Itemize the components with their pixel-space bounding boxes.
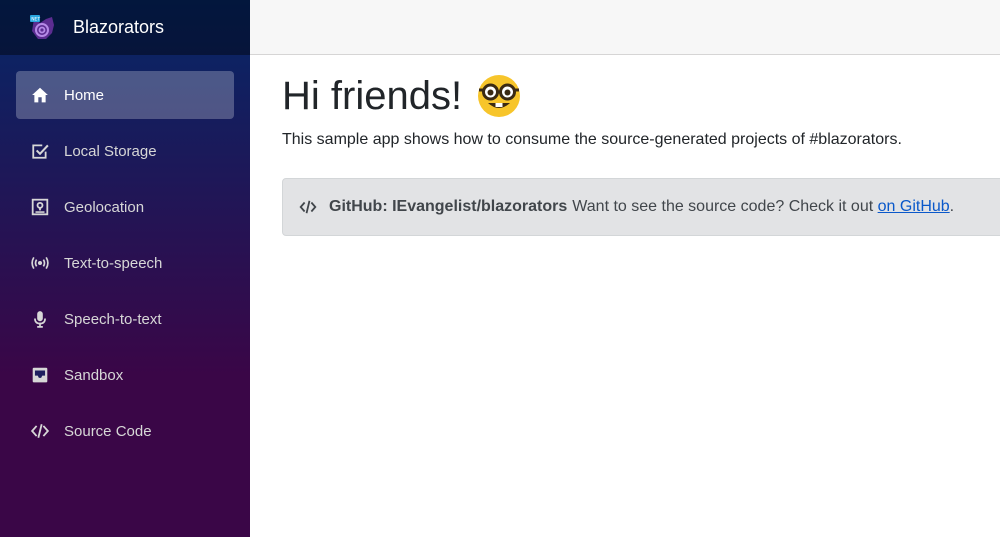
sidebar: NET Blazorators Home Local Storage Geolo… — [0, 0, 250, 537]
code-icon — [299, 198, 317, 216]
nav-item-label: Speech-to-text — [64, 310, 162, 328]
page-title-text: Hi friends! — [282, 74, 463, 118]
github-link[interactable]: on GitHub — [878, 198, 950, 216]
top-row — [250, 0, 1000, 55]
brand-bar: NET Blazorators — [0, 0, 250, 55]
nav-item-source-code[interactable]: Source Code — [16, 407, 234, 455]
main-content: Hi friends! This sample app shows how to… — [282, 72, 1000, 236]
nav-item-label: Home — [64, 86, 105, 104]
nav-item-label: Sandbox — [64, 366, 124, 384]
nav-item-speech-to-text[interactable]: Speech-to-text — [16, 295, 234, 343]
nav-item-home[interactable]: Home — [16, 71, 234, 119]
nav-item-geolocation[interactable]: Geolocation — [16, 183, 234, 231]
callout-trailing: . — [949, 198, 955, 215]
inbox-icon — [31, 366, 49, 384]
nav-menu: Home Local Storage Geolocation Text-to-s… — [0, 55, 250, 455]
nav-item-local-storage[interactable]: Local Storage — [16, 127, 234, 175]
broadcast-icon — [31, 254, 49, 272]
code-icon — [31, 422, 49, 440]
nerd-face-emoji-icon — [476, 73, 522, 119]
microphone-icon — [31, 310, 49, 328]
page-title: Hi friends! — [282, 72, 1000, 120]
callout-heading: GitHub: IEvangelist/blazorators — [329, 198, 568, 215]
geolocation-icon — [31, 198, 49, 216]
brand-name[interactable]: Blazorators — [73, 17, 164, 38]
svg-text:NET: NET — [31, 16, 40, 22]
callout-text: Want to see the source code? Check it ou… — [572, 198, 874, 215]
nav-item-sandbox[interactable]: Sandbox — [16, 351, 234, 399]
nav-item-label: Local Storage — [64, 142, 157, 160]
github-callout: GitHub: IEvangelist/blazorators Want to … — [282, 178, 1000, 236]
check-square-icon — [31, 142, 49, 160]
nav-item-label: Geolocation — [64, 198, 145, 216]
nav-item-label: Text-to-speech — [64, 254, 163, 272]
home-icon — [31, 86, 49, 104]
intro-text: This sample app shows how to consume the… — [282, 131, 902, 148]
blazor-logo-icon[interactable]: NET — [28, 13, 58, 43]
nav-item-text-to-speech[interactable]: Text-to-speech — [16, 239, 234, 287]
nav-item-label: Source Code — [64, 422, 152, 440]
